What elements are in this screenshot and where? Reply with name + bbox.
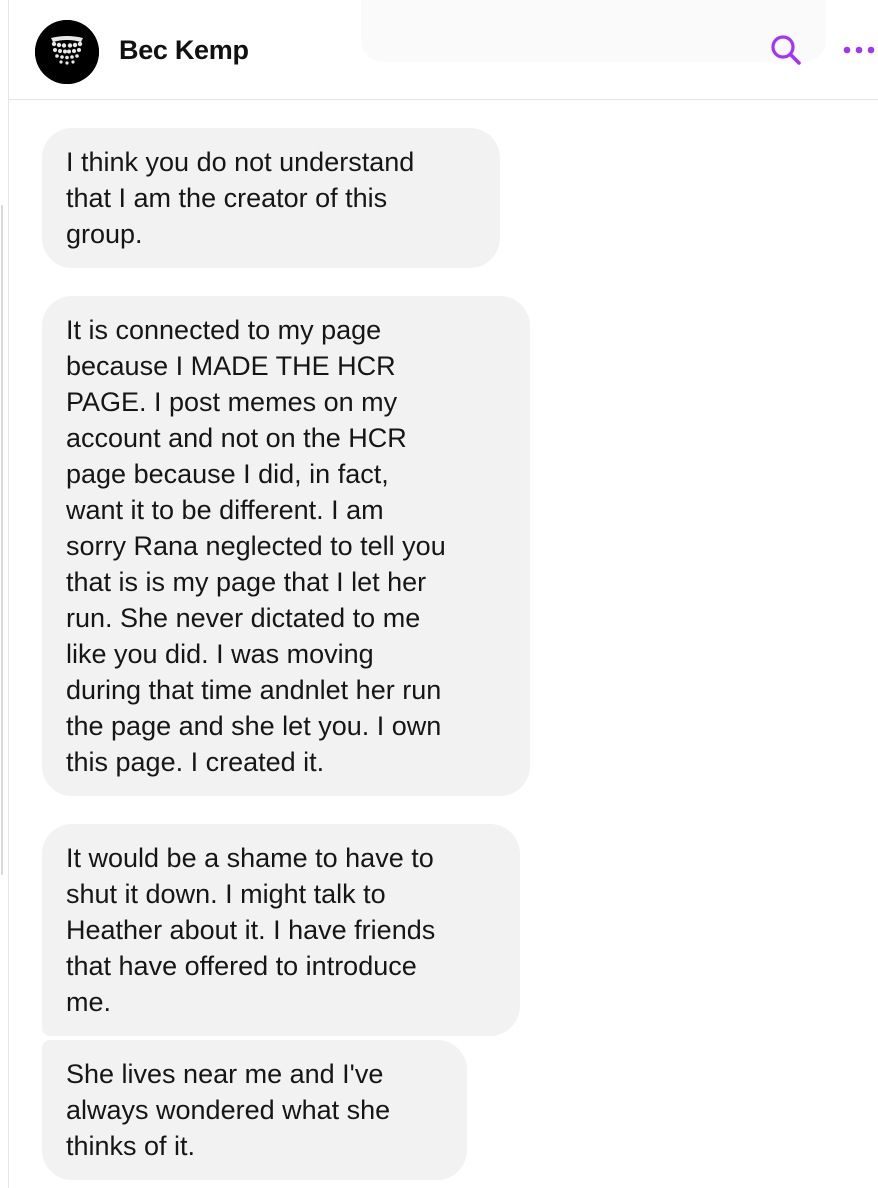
more-options-icon xyxy=(843,46,875,54)
message-text-line: I think you do not understand xyxy=(66,147,415,177)
message-text-line: that I am the creator of this xyxy=(66,183,388,213)
message-text-line: page because I did, in fact, xyxy=(66,459,389,489)
message-text-line: this page. I created it. xyxy=(66,747,325,777)
messenger-conversation: Bec Kemp I think you do not understand t… xyxy=(0,0,878,1188)
message-text-line: It is connected to my page xyxy=(66,315,382,345)
message-bubble[interactable]: It is connected to my page because I MAD… xyxy=(42,296,530,796)
search-button[interactable] xyxy=(766,30,806,70)
message-text-line: like you did. I was moving xyxy=(66,639,374,669)
left-sidebar-edge xyxy=(0,0,9,1188)
message-text-line: group. xyxy=(66,219,143,249)
message-bubble[interactable]: I think you do not understand that I am … xyxy=(42,128,500,268)
message-text-line: thinks of it. xyxy=(66,1131,196,1161)
message-text-line: She lives near me and I've xyxy=(66,1059,384,1089)
message-bubble[interactable]: She lives near me and I've always wonder… xyxy=(42,1040,467,1180)
message-text-line: shut it down. I might talk to xyxy=(66,879,386,909)
message-text-line: Heather about it. I have friends xyxy=(66,915,436,945)
message-text-line: always wondered what she xyxy=(66,1095,391,1125)
message-text-line: It would be a shame to have to xyxy=(66,843,434,873)
message-text-line: want it to be different. I am xyxy=(66,495,384,525)
avatar-collar-image xyxy=(35,20,99,84)
avatar[interactable] xyxy=(35,20,99,84)
message-list: I think you do not understand that I am … xyxy=(9,100,878,1188)
scrollbar[interactable] xyxy=(1,205,3,875)
more-options-button[interactable] xyxy=(839,30,878,70)
message-text-line: sorry Rana neglected to tell you xyxy=(66,531,446,561)
message-text-line: PAGE. I post memes on my xyxy=(66,387,398,417)
conversation-header: Bec Kemp xyxy=(9,0,878,100)
message-text-line: the page and she let you. I own xyxy=(66,711,442,741)
contact-name[interactable]: Bec Kemp xyxy=(119,35,249,66)
header-backdrop xyxy=(361,0,826,62)
message-text-line: that have offered to introduce xyxy=(66,951,417,981)
message-text-line: because I MADE THE HCR xyxy=(66,351,396,381)
message-text-line: run. She never dictated to me xyxy=(66,603,421,633)
message-text-line: me. xyxy=(66,987,112,1017)
message-bubble[interactable]: It would be a shame to have to shut it d… xyxy=(42,824,520,1036)
search-icon xyxy=(771,35,801,65)
message-text-line: during that time andnlet her run xyxy=(66,675,442,705)
message-text-line: account and not on the HCR xyxy=(66,423,407,453)
message-text-line: that is is my page that I let her xyxy=(66,567,427,597)
